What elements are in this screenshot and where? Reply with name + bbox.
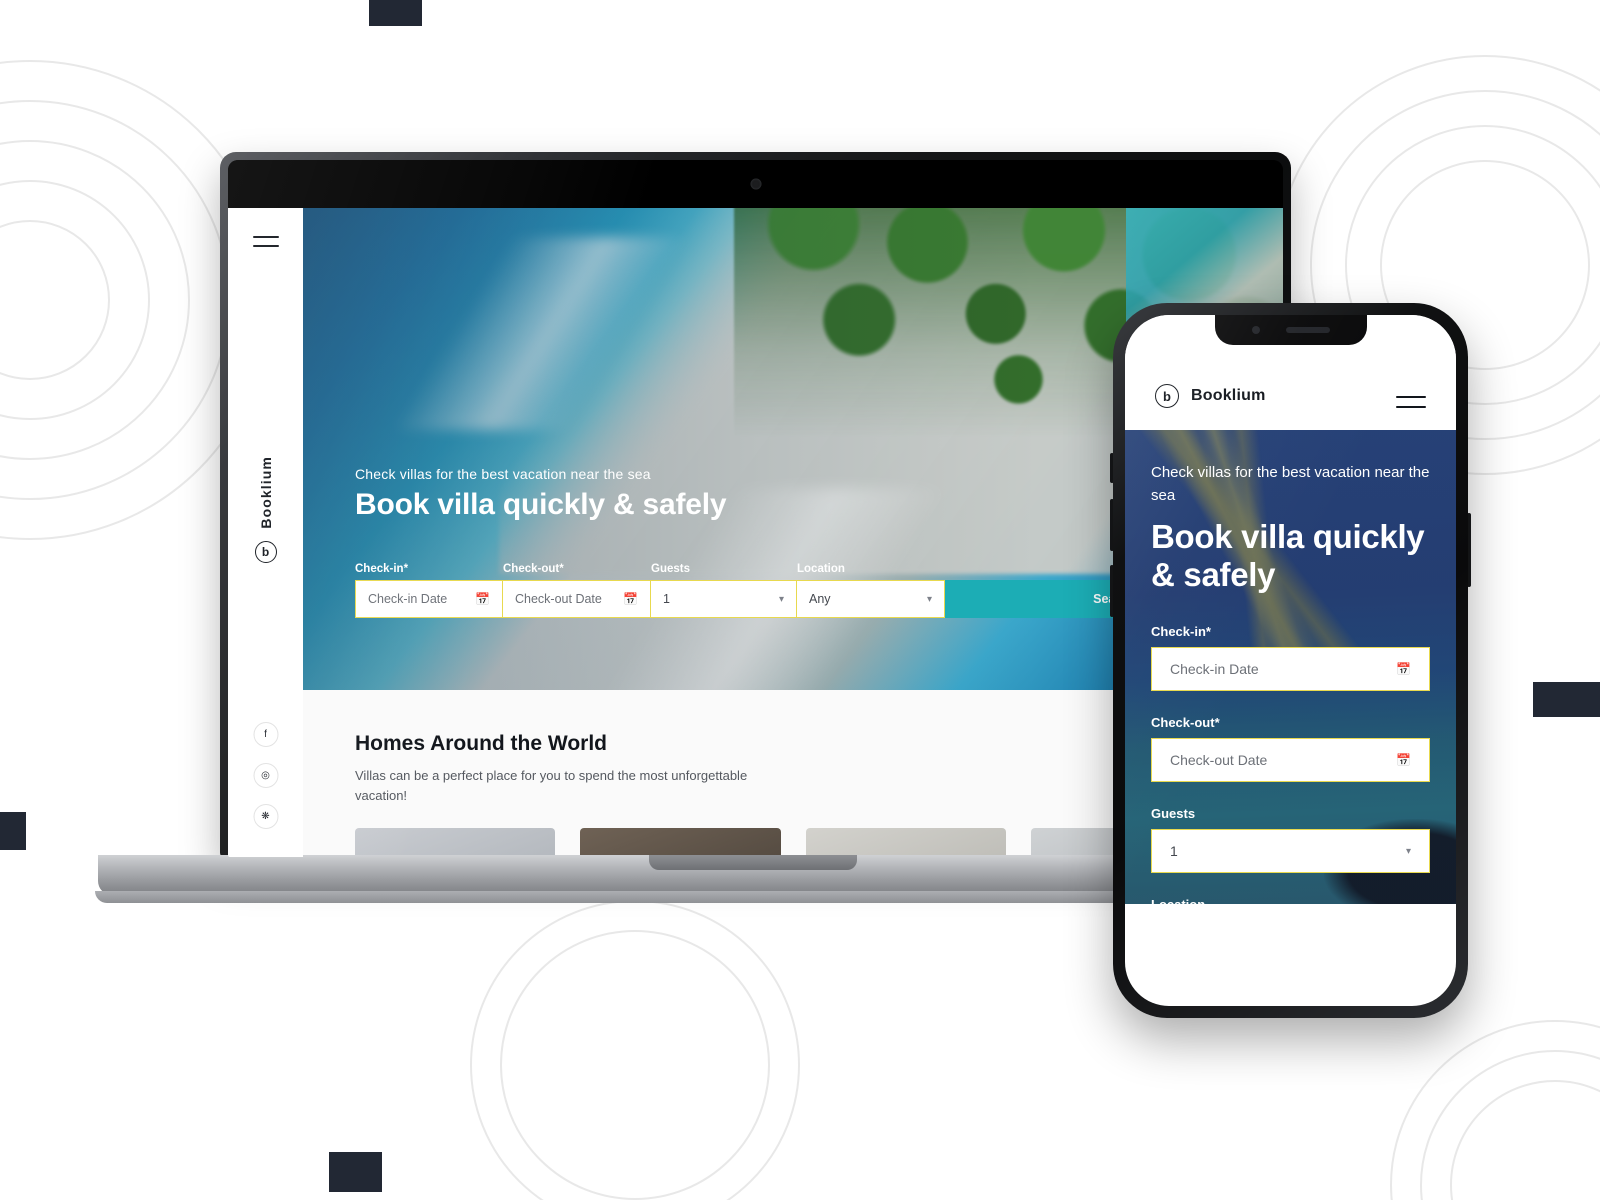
mobile-checkout-placeholder: Check-out Date bbox=[1170, 752, 1268, 769]
mobile-hero-content: Check villas for the best vacation near … bbox=[1125, 430, 1456, 904]
hamburger-icon[interactable] bbox=[252, 236, 279, 247]
mobile-label-checkout: Check-out* bbox=[1151, 715, 1430, 730]
decorative-rectangle-bottom bbox=[329, 1152, 382, 1192]
facebook-icon[interactable]: f bbox=[253, 722, 278, 747]
guests-value: 1 bbox=[663, 592, 670, 606]
decorative-rectangle-right bbox=[1533, 682, 1600, 717]
phone-notch bbox=[1214, 315, 1367, 345]
webcam-icon bbox=[750, 178, 761, 190]
mobile-label-location: Location bbox=[1151, 897, 1430, 904]
booklium-logo-icon: b bbox=[254, 540, 277, 563]
calendar-icon: 📅 bbox=[475, 592, 490, 606]
mobile-search-form: Check-in* Check-in Date 📅 Check-out* Che… bbox=[1151, 624, 1430, 904]
label-checkin-required: * bbox=[403, 563, 409, 575]
flickr-icon[interactable]: ❋ bbox=[253, 804, 278, 829]
hamburger-icon[interactable] bbox=[1396, 396, 1426, 408]
checkout-placeholder: Check-out Date bbox=[515, 592, 602, 606]
chevron-down-icon: ▾ bbox=[778, 593, 784, 605]
sidebar-brand: Booklium b bbox=[254, 456, 277, 563]
label-checkout-required: * bbox=[559, 563, 564, 575]
property-card[interactable] bbox=[580, 828, 781, 857]
mobile-label-checkout-required: * bbox=[1214, 715, 1220, 731]
mobile-guests-value: 1 bbox=[1170, 843, 1178, 860]
mobile-label-checkin: Check-in* bbox=[1151, 624, 1430, 639]
mobile-label-checkin-required: * bbox=[1205, 624, 1211, 640]
location-value: Any bbox=[809, 592, 831, 606]
chevron-down-icon: ▾ bbox=[1405, 845, 1411, 857]
checkout-date-input[interactable]: Check-out Date 📅 bbox=[503, 580, 651, 618]
label-location: Location bbox=[797, 563, 845, 575]
booklium-logo-icon: b bbox=[1155, 384, 1179, 408]
mobile-label-checkout-text: Check-out bbox=[1151, 715, 1215, 731]
social-links: f ◎ ❋ bbox=[253, 722, 278, 829]
mobile-checkout-input[interactable]: Check-out Date 📅 bbox=[1151, 738, 1430, 783]
instagram-icon[interactable]: ◎ bbox=[253, 763, 278, 788]
label-checkout: Check-out* bbox=[503, 563, 651, 575]
mobile-hero-kicker: Check villas for the best vacation near … bbox=[1151, 464, 1430, 504]
label-guests: Guests bbox=[651, 563, 690, 575]
label-checkin: Check-in* bbox=[355, 563, 503, 575]
phone-mockup: b Booklium Check villas for the best vac bbox=[1110, 303, 1471, 1018]
mobile-brand[interactable]: b Booklium bbox=[1155, 384, 1266, 408]
checkin-placeholder: Check-in Date bbox=[368, 592, 448, 606]
decorative-rings-bottom-center bbox=[470, 900, 800, 1200]
chevron-down-icon: ▾ bbox=[926, 593, 932, 605]
property-card[interactable] bbox=[805, 828, 1006, 857]
section-subtitle: Villas can be a perfect place for you to… bbox=[355, 768, 748, 804]
location-select[interactable]: Any ▾ bbox=[797, 580, 945, 618]
sidebar-rail: Booklium b f ◎ ❋ bbox=[228, 208, 303, 857]
mobile-checkin-placeholder: Check-in Date bbox=[1170, 661, 1259, 678]
mockup-canvas: Booklium b f ◎ ❋ Check villas for the be… bbox=[0, 0, 1600, 1200]
front-camera-icon bbox=[1251, 326, 1260, 334]
calendar-icon: 📅 bbox=[623, 592, 638, 606]
mobile-hero-title: Book villa quickly & safely bbox=[1151, 517, 1425, 593]
calendar-icon: 📅 bbox=[1396, 662, 1411, 677]
mobile-hero: Check villas for the best vacation near … bbox=[1125, 430, 1456, 904]
property-card[interactable] bbox=[355, 828, 556, 857]
mobile-label-guests: Guests bbox=[1151, 806, 1196, 822]
brand-name-vertical: Booklium bbox=[257, 456, 274, 529]
section-title: Homes Around the World bbox=[355, 732, 607, 755]
earpiece-speaker bbox=[1285, 327, 1330, 333]
label-checkout-text: Check-out bbox=[503, 563, 560, 575]
guests-select[interactable]: 1 ▾ bbox=[651, 580, 797, 618]
property-card-list bbox=[355, 828, 1231, 857]
checkin-date-input[interactable]: Check-in Date 📅 bbox=[355, 580, 503, 618]
laptop-bezel bbox=[228, 160, 1283, 208]
mobile-brand-name: Booklium bbox=[1191, 387, 1266, 404]
label-checkin-text: Check-in bbox=[355, 563, 404, 575]
decorative-rectangle-top-left bbox=[369, 0, 422, 26]
phone-viewport: b Booklium Check villas for the best vac bbox=[1125, 315, 1456, 1006]
mobile-guests-select[interactable]: 1 ▾ bbox=[1151, 829, 1430, 874]
decorative-rectangle-left bbox=[0, 812, 26, 850]
mobile-label-checkin-text: Check-in bbox=[1151, 624, 1206, 640]
calendar-icon: 📅 bbox=[1396, 753, 1411, 768]
decorative-rings-bottom-right bbox=[1390, 1020, 1600, 1200]
mobile-checkin-input[interactable]: Check-in Date 📅 bbox=[1151, 647, 1430, 692]
phone-frame: b Booklium Check villas for the best vac bbox=[1113, 303, 1468, 1018]
